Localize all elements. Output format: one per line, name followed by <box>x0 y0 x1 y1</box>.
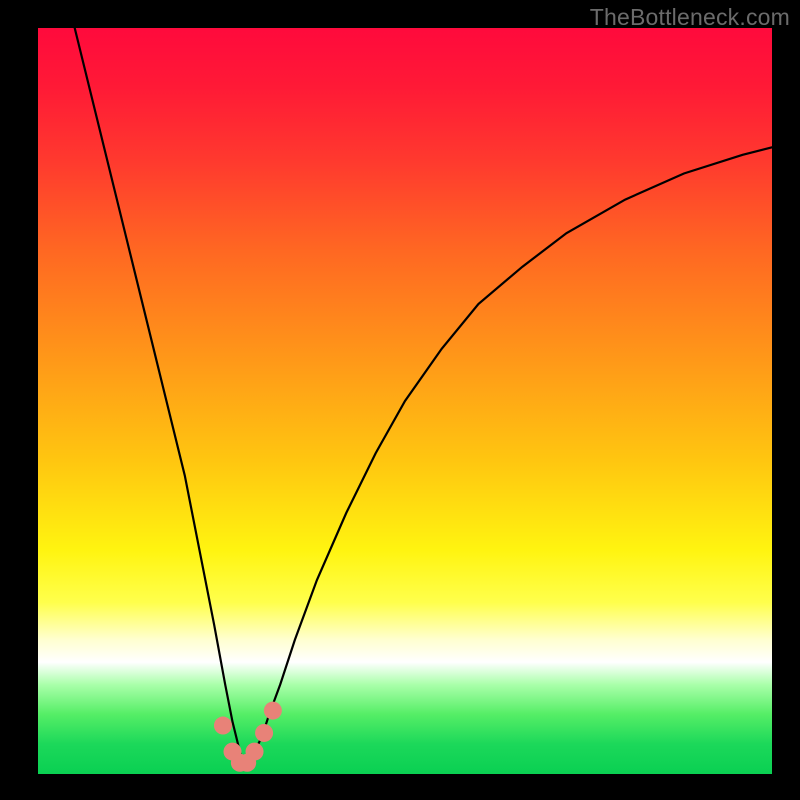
floor-marker <box>246 743 264 761</box>
floor-marker <box>264 702 282 720</box>
watermark-text: TheBottleneck.com <box>590 4 790 31</box>
floor-marker <box>214 717 232 735</box>
bottleneck-curve <box>75 28 772 763</box>
curve-svg <box>38 28 772 774</box>
chart-frame: TheBottleneck.com <box>0 0 800 800</box>
floor-marker <box>255 724 273 742</box>
plot-area <box>38 28 772 774</box>
floor-markers <box>214 702 282 772</box>
